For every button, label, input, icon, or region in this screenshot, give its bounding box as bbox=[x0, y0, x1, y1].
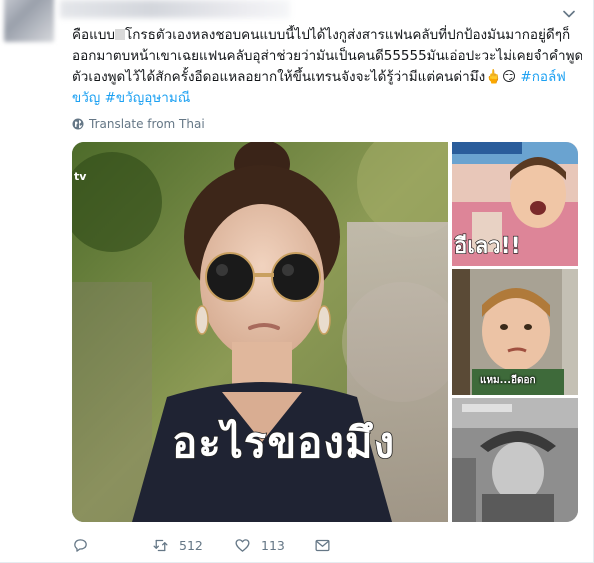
hashtag-link[interactable]: #ขวัญอุษามณี bbox=[105, 90, 191, 106]
tweet-text-segment: โกรธตัวเองหลงชอบคนแบบนี้ไปได้ไงกูส่งสารแ… bbox=[124, 27, 571, 43]
like-count: 113 bbox=[261, 537, 285, 553]
side-photo-3-art bbox=[452, 398, 578, 522]
globe-icon bbox=[72, 118, 84, 130]
tweet-text-segment: ตัวเองพูดไว้ได้สักครั้งอีดอแหลอยากให้ขึ้… bbox=[72, 69, 517, 85]
svg-text:tv: tv bbox=[74, 170, 87, 183]
reply-action[interactable] bbox=[72, 534, 99, 556]
like-icon[interactable] bbox=[234, 537, 251, 554]
retweet-action[interactable]: 512 bbox=[152, 534, 203, 556]
side-photo-1[interactable]: อีเลว!! bbox=[452, 142, 578, 266]
caret-down-icon[interactable] bbox=[563, 8, 575, 20]
tweet-line-1: คือแบบ โกรธตัวเองหลงชอบคนแบบนี้ไปได้ไงกูส… bbox=[72, 25, 582, 46]
media-grid: tv อะไรของมึง อีเลว!! แหม...อีดอก bbox=[72, 142, 578, 522]
tweet-actions: 512 113 bbox=[72, 534, 372, 556]
tweet-text-segment: คือแบบ bbox=[72, 27, 115, 43]
hashtag-link[interactable]: ขวัญ bbox=[72, 90, 100, 106]
tweet-line-3: ตัวเองพูดไว้ได้สักครั้งอีดอแหลอยากให้ขึ้… bbox=[72, 67, 582, 88]
tweet-text-segment: ออกมาตบหน้าเขาเฉยแฟนคลับอุส่าช่วยว่ามันเ… bbox=[72, 48, 582, 64]
avatar[interactable] bbox=[4, 0, 54, 42]
translate-link[interactable]: Translate from Thai bbox=[72, 116, 205, 132]
side-photo-2[interactable]: แหม...อีดอก bbox=[452, 269, 578, 395]
main-photo-caption: อะไรของมึง bbox=[171, 417, 396, 468]
side-photo-3[interactable] bbox=[452, 398, 578, 522]
tweet-card: คือแบบ โกรธตัวเองหลงชอบคนแบบนี้ไปได้ไงกูส… bbox=[0, 0, 594, 563]
reply-icon[interactable] bbox=[72, 537, 89, 554]
user-name-redacted[interactable] bbox=[60, 0, 290, 18]
translate-label[interactable]: Translate from Thai bbox=[89, 117, 205, 131]
side-photo-1-caption: อีเลว!! bbox=[453, 233, 521, 259]
tweet-text: คือแบบ โกรธตัวเองหลงชอบคนแบบนี้ไปได้ไงกูส… bbox=[72, 25, 582, 109]
retweet-count: 512 bbox=[179, 537, 203, 553]
message-icon[interactable] bbox=[314, 537, 331, 554]
tweet-header bbox=[0, 0, 594, 42]
retweet-icon[interactable] bbox=[152, 537, 169, 554]
message-action[interactable] bbox=[314, 534, 331, 556]
hashtag-link[interactable]: #กอล์ฟ bbox=[520, 69, 565, 85]
tweet-line-2: ออกมาตบหน้าเขาเฉยแฟนคลับอุส่าช่วยว่ามันเ… bbox=[72, 46, 582, 67]
main-photo[interactable]: tv อะไรของมึง bbox=[72, 142, 448, 522]
tweet-line-4: ขวัญ #ขวัญอุษามณี bbox=[72, 88, 582, 109]
redacted-text bbox=[114, 29, 125, 40]
side-photo-2-caption: แหม...อีดอก bbox=[480, 375, 536, 386]
like-action[interactable]: 113 bbox=[234, 534, 285, 556]
